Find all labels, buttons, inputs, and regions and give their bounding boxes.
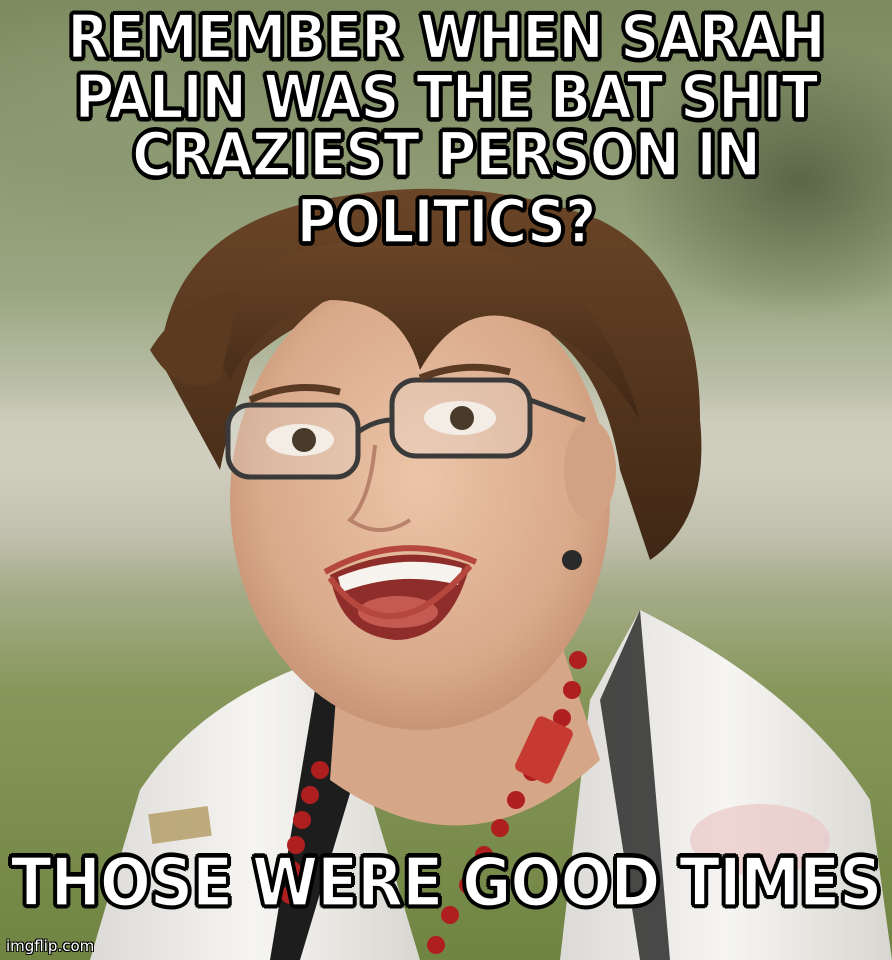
bottom-caption: THOSE WERE GOOD TIMES — [0, 844, 892, 922]
top-caption: REMEMBER WHEN SARAH PALIN WAS THE BAT SH… — [0, 2, 892, 257]
ear — [564, 420, 616, 520]
meme-canvas: REMEMBER WHEN SARAH PALIN WAS THE BAT SH… — [0, 0, 892, 960]
top-caption-line: CRAZIEST PERSON IN POLITICS? — [131, 119, 762, 258]
earring — [562, 550, 582, 570]
bottom-caption-line: THOSE WERE GOOD TIMES — [10, 843, 884, 923]
watermark: imgflip.com — [6, 937, 95, 955]
